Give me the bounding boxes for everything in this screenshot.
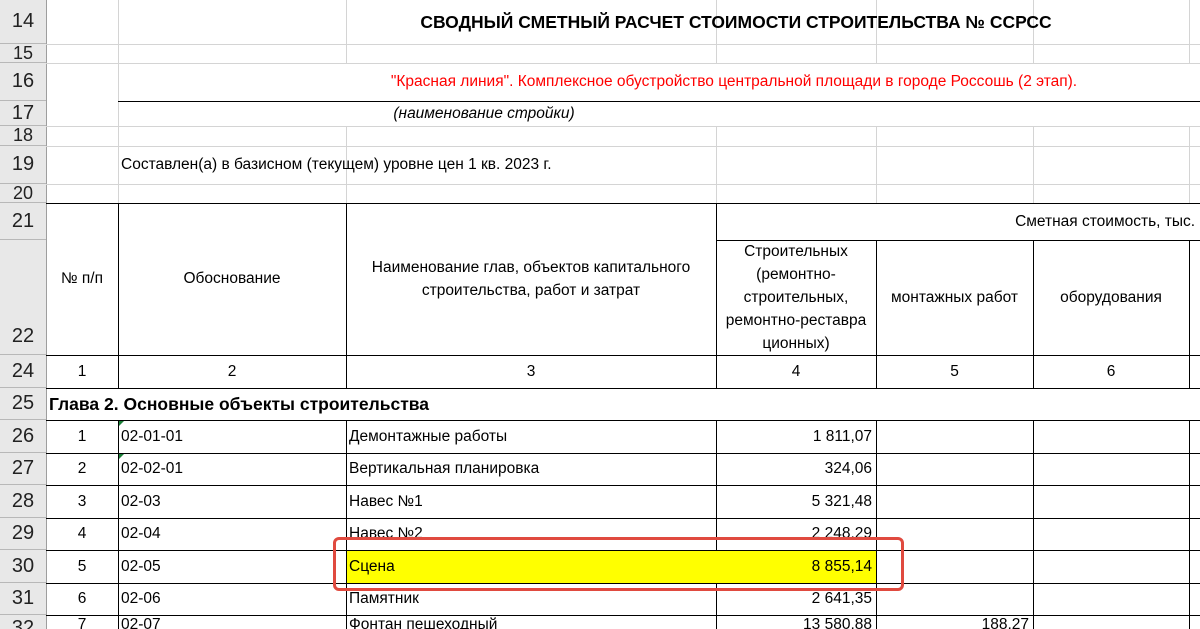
- gridline: [46, 184, 1200, 185]
- table-row-construction-cost[interactable]: 324,06: [716, 453, 876, 485]
- price-level[interactable]: Составлен(а) в базисном (текущем) уровне…: [118, 146, 718, 184]
- cell-comment-indicator: [119, 421, 124, 426]
- row-number[interactable]: 26: [0, 420, 46, 453]
- row-number[interactable]: 25: [0, 388, 46, 420]
- table-row-construction-cost[interactable]: 5 321,48: [716, 485, 876, 518]
- table-row-number[interactable]: 3: [46, 485, 118, 518]
- row-number[interactable]: 22: [0, 240, 46, 355]
- col-number[interactable]: 6: [1033, 355, 1189, 388]
- table-row-code[interactable]: 02-07: [118, 615, 346, 629]
- row-number[interactable]: 31: [0, 583, 46, 615]
- table-row-number[interactable]: 1: [46, 420, 118, 453]
- sheet-title[interactable]: СВОДНЫЙ СМЕТНЫЙ РАСЧЕТ СТОИМОСТИ СТРОИТЕ…: [346, 0, 1126, 44]
- col-header-mounting[interactable]: монтажных работ: [876, 240, 1033, 355]
- row-number[interactable]: 30: [0, 550, 46, 583]
- table-row-code[interactable]: 02-05: [118, 550, 346, 583]
- row-number[interactable]: 14: [0, 0, 46, 44]
- project-caption[interactable]: (наименование стройки): [0, 101, 1200, 126]
- table-border: [1189, 420, 1190, 629]
- table-border: [1189, 240, 1190, 388]
- table-row-construction-cost[interactable]: 13 580,88: [716, 615, 876, 629]
- row-number[interactable]: 16: [0, 63, 46, 101]
- table-row-code[interactable]: 02-02-01: [118, 453, 346, 485]
- row-number[interactable]: 18: [0, 125, 46, 146]
- row-number[interactable]: 20: [0, 183, 46, 203]
- table-row-code[interactable]: 02-06: [118, 583, 346, 615]
- annotation-highlight-box: [333, 537, 904, 591]
- row-number[interactable]: 29: [0, 518, 46, 550]
- table-row-mounting-cost[interactable]: [876, 453, 1033, 485]
- table-row-number[interactable]: 6: [46, 583, 118, 615]
- col-number[interactable]: 1: [46, 355, 118, 388]
- col-header-name[interactable]: Наименование глав, объектов капитального…: [350, 203, 712, 355]
- table-row-number[interactable]: 4: [46, 518, 118, 550]
- gridline: [1189, 0, 1190, 63]
- table-border: [1033, 420, 1034, 629]
- table-row-name[interactable]: Фонтан пешеходный: [346, 615, 716, 629]
- col-header-equipment[interactable]: оборудования: [1033, 240, 1189, 355]
- table-row-number[interactable]: 2: [46, 453, 118, 485]
- gridline: [1189, 126, 1190, 203]
- col-number[interactable]: 5: [876, 355, 1033, 388]
- row-number[interactable]: 27: [0, 453, 46, 485]
- table-row-name[interactable]: Вертикальная планировка: [346, 453, 716, 485]
- gridline: [46, 44, 1200, 45]
- project-name[interactable]: "Красная линия". Комплексное обустройств…: [118, 63, 1200, 101]
- col-header-basis[interactable]: Обоснование: [118, 203, 346, 355]
- gridline: [876, 126, 877, 203]
- row-number[interactable]: 15: [0, 43, 46, 63]
- table-row-code[interactable]: 02-01-01: [118, 420, 346, 453]
- table-row-code[interactable]: 02-04: [118, 518, 346, 550]
- row-number[interactable]: 28: [0, 485, 46, 518]
- col-number[interactable]: 4: [716, 355, 876, 388]
- col-header-number[interactable]: № п/п: [46, 203, 118, 355]
- cell-comment-indicator: [119, 454, 124, 459]
- row-number[interactable]: 19: [0, 146, 46, 184]
- cost-group-header[interactable]: Сметная стоимость, тыс. р: [716, 203, 1200, 240]
- col-number[interactable]: 2: [118, 355, 346, 388]
- table-row-code[interactable]: 02-03: [118, 485, 346, 518]
- table-row-mounting-cost[interactable]: [876, 485, 1033, 518]
- col-number[interactable]: 3: [346, 355, 716, 388]
- row-number[interactable]: 32: [0, 615, 46, 629]
- table-row-number[interactable]: 7: [46, 615, 118, 629]
- table-row-name[interactable]: Демонтажные работы: [346, 420, 716, 453]
- col-header-construction[interactable]: Строительных (ремонтно-строительных, рем…: [718, 240, 874, 355]
- row-number[interactable]: 24: [0, 355, 46, 388]
- table-row-mounting-cost[interactable]: 188,27: [876, 615, 1033, 629]
- table-row-name[interactable]: Навес №1: [346, 485, 716, 518]
- table-row-number[interactable]: 5: [46, 550, 118, 583]
- gridline: [46, 126, 1200, 127]
- table-row-mounting-cost[interactable]: [876, 420, 1033, 453]
- row-number[interactable]: 21: [0, 203, 46, 240]
- gridline: [1033, 126, 1034, 203]
- table-row-construction-cost[interactable]: 1 811,07: [716, 420, 876, 453]
- chapter-heading[interactable]: Глава 2. Основные объекты строительства: [46, 388, 746, 420]
